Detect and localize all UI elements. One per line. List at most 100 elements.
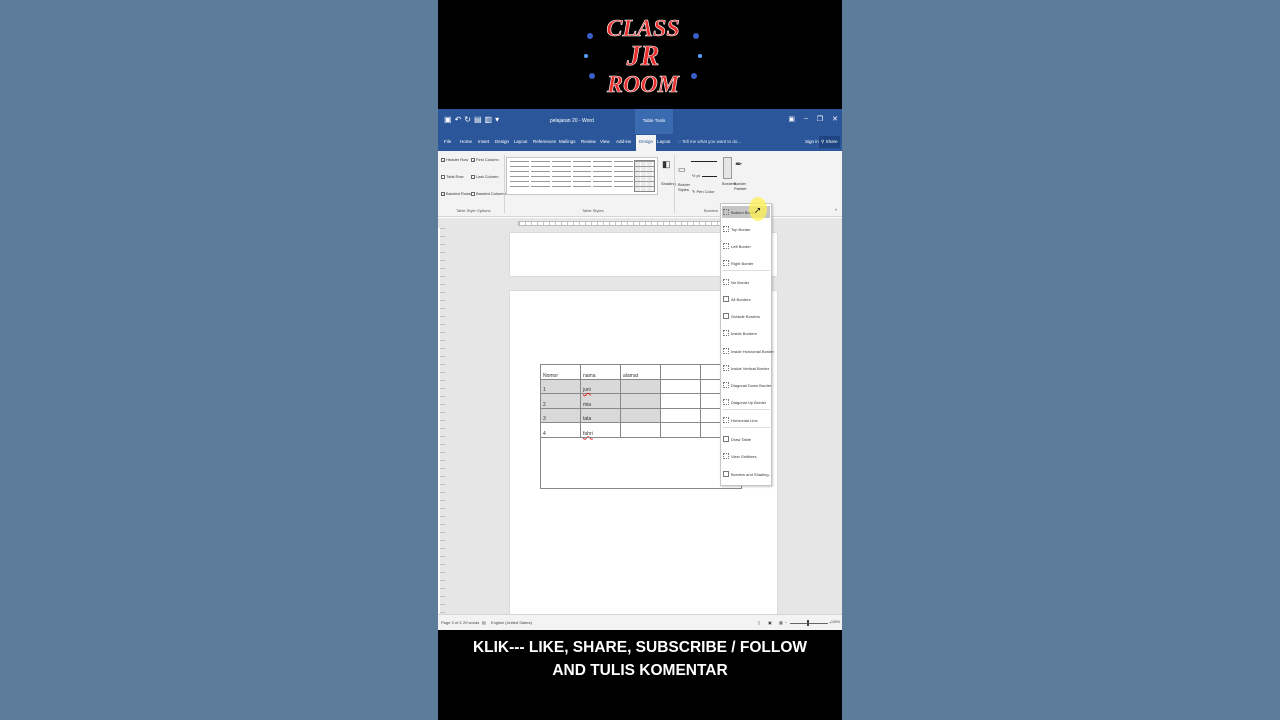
table-row[interactable]	[541, 437, 741, 463]
tab-file[interactable]: File	[444, 139, 451, 144]
first-column-option[interactable]: ✓ First Column	[471, 157, 499, 162]
undo-icon[interactable]: ↶	[455, 115, 462, 124]
tab-view[interactable]: View	[600, 139, 610, 144]
table-cell[interactable]: mia	[580, 393, 621, 409]
tab-insert[interactable]: Insert	[478, 139, 489, 144]
table-merged-rows[interactable]	[540, 437, 742, 489]
zoom-out-icon[interactable]: −	[785, 620, 787, 625]
table-cell[interactable]	[660, 364, 701, 380]
menu-item-draw-table[interactable]: Draw Table	[722, 433, 770, 445]
table-style-thumb-selected[interactable]	[634, 160, 656, 192]
table-cell[interactable]: 3	[540, 407, 581, 423]
table-cell[interactable]	[620, 407, 661, 423]
table-style-thumb[interactable]	[530, 161, 550, 191]
menu-item-borders-and-shading[interactable]: Borders and Shading...	[722, 468, 772, 480]
zoom-level[interactable]: 100%	[831, 620, 840, 624]
tab-layout[interactable]: Layout	[514, 139, 528, 144]
menu-item-diagonal-up-border[interactable]: Diagonal Up Border	[722, 396, 770, 408]
share-button[interactable]: ⚲ Share	[819, 136, 840, 148]
line-weight-value[interactable]: ½ pt	[692, 173, 700, 178]
tab-table-design[interactable]: Design	[636, 135, 657, 151]
sign-in-link[interactable]: Sign in	[805, 139, 819, 144]
close-icon[interactable]: ✕	[832, 115, 838, 123]
print-preview-icon[interactable]: ▤	[474, 115, 482, 124]
table-cell[interactable]	[620, 393, 661, 409]
shading-bucket-icon[interactable]: ◧	[662, 159, 671, 170]
table-cell[interactable]: Nomor	[540, 364, 581, 380]
table-cell[interactable]: juni	[580, 378, 621, 394]
border-painter-icon[interactable]: ✒	[735, 159, 743, 170]
read-mode-icon[interactable]: ▯	[758, 620, 760, 625]
restore-icon[interactable]: ❐	[817, 115, 823, 123]
table-style-thumb[interactable]	[510, 161, 529, 191]
table-styles-gallery[interactable]	[506, 157, 658, 195]
proofing-icon[interactable]: ▤	[482, 620, 486, 625]
table-cell[interactable]	[620, 378, 661, 394]
tab-mailings[interactable]: Mailings	[559, 139, 576, 144]
web-layout-icon[interactable]: ▦	[779, 620, 783, 625]
banded-columns-option[interactable]: Banded Columns	[471, 191, 507, 196]
banded-rows-option[interactable]: ✓ Banded Rows	[441, 191, 471, 196]
document-table[interactable]: Nomor nama alamat 1 juni 2 mia 3 tata 4 …	[540, 364, 741, 438]
tab-table-layout[interactable]: Layout	[657, 139, 671, 144]
word-count[interactable]: 29 words	[463, 620, 479, 625]
collapse-ribbon-icon[interactable]: ˄	[835, 207, 837, 212]
menu-item-horizontal-line[interactable]: Horizontal Line	[722, 414, 770, 426]
horizontal-ruler[interactable]	[438, 218, 842, 228]
border-styles-label[interactable]: Border Styles	[678, 182, 690, 192]
menu-item-view-gridlines[interactable]: View Gridlines	[722, 450, 770, 462]
table-cell[interactable]: tata	[580, 407, 621, 423]
table-cell[interactable]	[660, 393, 701, 409]
menu-item-all-borders[interactable]: All Borders	[722, 293, 770, 305]
menu-item-inside-horizontal-border[interactable]: Inside Horizontal Border	[722, 345, 774, 357]
save-icon[interactable]: ▣	[444, 115, 452, 124]
border-styles-icon[interactable]: ▭	[678, 165, 686, 174]
table-cell[interactable]	[660, 422, 701, 438]
ribbon-display-icon[interactable]: ▣	[788, 115, 795, 123]
table-cell[interactable]: 1	[540, 378, 581, 394]
table-style-thumb[interactable]	[593, 161, 613, 191]
zoom-slider[interactable]	[790, 623, 828, 624]
all-borders-icon	[723, 296, 729, 302]
table-cell[interactable]: nama	[580, 364, 621, 380]
tab-add-ins[interactable]: Add-ins	[616, 139, 631, 144]
last-column-option[interactable]: Last Column	[471, 174, 498, 179]
tell-me-search[interactable]: ◌ Tell me what you want to do...	[678, 139, 741, 144]
tab-references[interactable]: References	[533, 139, 556, 144]
table-cell[interactable]: alamat	[620, 364, 661, 380]
table-cell[interactable]: 2	[540, 393, 581, 409]
page-count[interactable]: Page 3 of 3	[441, 620, 461, 625]
pen-color-button[interactable]: ✎ Pen Color	[692, 189, 714, 194]
tab-design[interactable]: Design	[495, 139, 509, 144]
menu-item-outside-borders[interactable]: Outside Borders	[722, 310, 770, 322]
line-style-sample[interactable]	[691, 161, 717, 162]
menu-item-diagonal-down-border[interactable]: Diagonal Down Border	[722, 379, 771, 391]
menu-item-top-border[interactable]: Top Border	[722, 223, 770, 235]
zoom-slider-thumb[interactable]	[807, 620, 809, 626]
table-cell[interactable]	[660, 407, 701, 423]
print-layout-icon[interactable]: ▣	[768, 620, 772, 625]
menu-item-right-border[interactable]: Right Border	[722, 257, 770, 269]
touch-mode-icon[interactable]: ▥	[485, 115, 493, 124]
table-style-thumb[interactable]	[572, 161, 592, 191]
menu-item-left-border[interactable]: Left Border	[722, 240, 770, 252]
redo-icon[interactable]: ↻	[464, 115, 471, 124]
minimize-icon[interactable]: –	[804, 115, 808, 123]
table-style-thumb[interactable]	[614, 161, 634, 191]
table-cell[interactable]: 4	[540, 422, 581, 438]
table-style-thumb[interactable]	[551, 161, 571, 191]
table-cell[interactable]: fahri	[580, 422, 621, 438]
tab-review[interactable]: Review	[581, 139, 596, 144]
language-status[interactable]: English (United States)	[491, 620, 532, 625]
customize-qat-icon[interactable]: ▾	[495, 115, 499, 124]
menu-item-inside-borders[interactable]: Inside Borders	[722, 327, 770, 339]
total-row-option[interactable]: Total Row	[441, 174, 464, 179]
menu-item-no-border[interactable]: No Border	[722, 276, 770, 288]
table-cell[interactable]	[660, 378, 701, 394]
header-row-option[interactable]: ✓ Header Row	[441, 157, 468, 162]
tab-home[interactable]: Home	[460, 139, 472, 144]
table-cell[interactable]	[620, 422, 661, 438]
menu-item-inside-vertical-border[interactable]: Inside Vertical Border	[722, 362, 770, 374]
border-painter-label[interactable]: Border Painter	[734, 181, 747, 191]
borders-split-button[interactable]	[723, 157, 732, 179]
